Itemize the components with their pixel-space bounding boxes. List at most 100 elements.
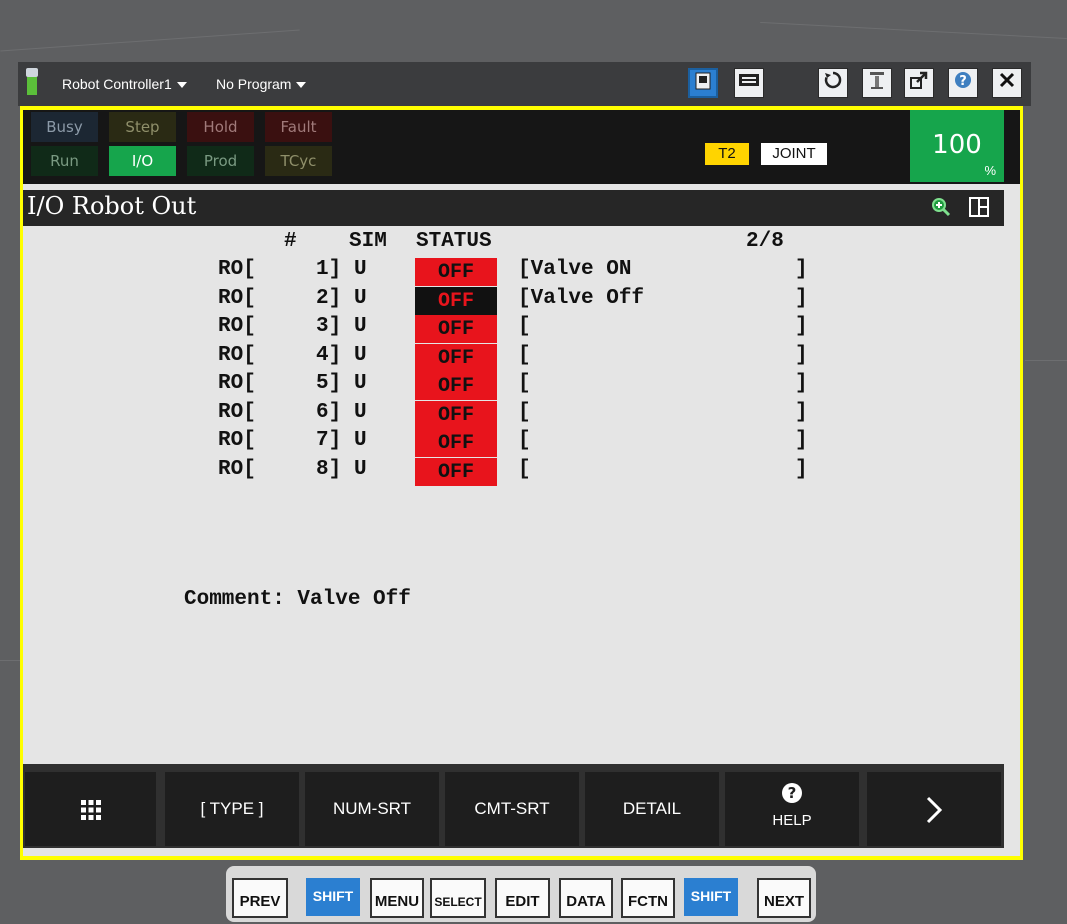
robot-button[interactable] — [862, 68, 892, 98]
io-type: RO[ — [218, 315, 256, 338]
refresh-icon — [824, 71, 842, 89]
hardkey-fctn[interactable]: FCTN — [621, 878, 675, 918]
coordinate-system[interactable]: JOINT — [761, 143, 827, 165]
io-type: RO[ — [218, 457, 256, 481]
io-comment-end: ] — [795, 400, 808, 424]
next-page-button[interactable] — [867, 772, 1001, 846]
help-button[interactable]: ? — [948, 68, 978, 98]
io-comment-end: ] — [795, 258, 808, 281]
background-line — [760, 21, 1067, 40]
column-header-number: # — [284, 230, 297, 253]
chevron-down-icon — [296, 82, 307, 89]
io-type: RO[ — [218, 258, 256, 281]
io-status[interactable]: OFF — [415, 258, 497, 286]
close-icon — [999, 72, 1015, 88]
io-number: 4] — [316, 343, 342, 367]
io-number: 8] — [316, 457, 342, 481]
io-sim: U — [354, 400, 367, 424]
help-circle-icon: ? — [955, 72, 971, 89]
io-status[interactable]: OFF — [415, 457, 497, 486]
status-indicator-io: I/O — [109, 146, 176, 176]
hardkey-data[interactable]: DATA — [559, 878, 613, 918]
keyboard-icon — [739, 74, 759, 86]
io-sim: U — [354, 429, 367, 452]
io-sim: U — [354, 372, 367, 395]
io-status[interactable]: OFF — [415, 429, 497, 457]
detail-button[interactable]: DETAIL — [585, 772, 719, 846]
help-function-button[interactable]: ? HELP — [725, 772, 859, 846]
refresh-button[interactable] — [818, 68, 848, 98]
io-sim: U — [354, 258, 367, 281]
io-comment[interactable]: [ — [518, 401, 531, 424]
num-srt-button[interactable]: NUM-SRT — [305, 772, 439, 846]
external-link-icon — [910, 71, 928, 89]
hardkey-prev[interactable]: PREV — [232, 878, 288, 918]
close-button[interactable] — [992, 68, 1022, 98]
io-comment-end: ] — [795, 343, 808, 367]
io-comment-end: ] — [795, 457, 808, 481]
io-sim: U — [354, 286, 367, 310]
mode-indicator: T2 — [705, 143, 749, 165]
type-button[interactable]: [ TYPE ] — [165, 772, 299, 846]
io-comment[interactable]: [Valve ON — [518, 258, 631, 281]
hardkey-select[interactable]: SELECT — [430, 878, 486, 918]
program-name: No Program — [216, 76, 292, 92]
io-comment[interactable]: [ — [518, 458, 531, 481]
io-comment[interactable]: [ — [518, 315, 531, 338]
io-sim: U — [354, 457, 367, 481]
io-number: 2] — [316, 286, 342, 310]
hardkey-edit[interactable]: EDIT — [495, 878, 550, 918]
page-indicator: 2/8 — [746, 230, 784, 253]
status-indicator-hold: Hold — [187, 112, 254, 142]
io-type: RO[ — [218, 286, 256, 310]
menu-grid-button[interactable] — [25, 772, 156, 846]
pendant-view-button[interactable] — [688, 68, 718, 98]
io-number: 5] — [316, 372, 342, 395]
io-comment[interactable]: [ — [518, 344, 531, 367]
io-sim: U — [354, 343, 367, 367]
hardkey-menu[interactable]: MENU — [370, 878, 424, 918]
controller-name: Robot Controller1 — [62, 76, 172, 92]
io-comment[interactable]: [ — [518, 372, 531, 395]
io-comment-end: ] — [795, 372, 808, 395]
status-indicator-step: Step — [109, 112, 176, 142]
io-comment[interactable]: [ — [518, 429, 531, 452]
comment-line: Comment: Valve Off — [184, 588, 411, 611]
io-type: RO[ — [218, 400, 256, 424]
svg-text:?: ? — [788, 784, 797, 802]
io-status[interactable]: OFF — [415, 372, 497, 400]
grid-icon — [80, 799, 101, 820]
external-link-button[interactable] — [904, 68, 934, 98]
status-indicator-fault: Fault — [265, 112, 332, 142]
column-header-sim: SIM — [349, 230, 387, 253]
io-status[interactable]: OFF — [415, 315, 497, 343]
io-number: 7] — [316, 429, 342, 452]
keyboard-button[interactable] — [734, 68, 764, 98]
status-indicator-busy: Busy — [31, 112, 98, 142]
io-comment-end: ] — [795, 315, 808, 338]
io-status[interactable]: OFF — [415, 286, 497, 315]
zoom-in-icon[interactable] — [930, 196, 952, 218]
column-header-status: STATUS — [416, 230, 492, 253]
controller-selector[interactable]: Robot Controller1 — [62, 76, 187, 92]
hardkey-shift[interactable]: SHIFT — [684, 878, 738, 916]
chevron-down-icon — [176, 82, 187, 89]
io-type: RO[ — [218, 343, 256, 367]
cmt-srt-button[interactable]: CMT-SRT — [445, 772, 579, 846]
override-unit: % — [984, 163, 996, 178]
io-status[interactable]: OFF — [415, 343, 497, 372]
io-comment[interactable]: [Valve Off — [518, 287, 644, 310]
program-selector[interactable]: No Program — [216, 76, 307, 92]
hardkey-shift[interactable]: SHIFT — [306, 878, 360, 916]
hardkey-next[interactable]: NEXT — [757, 878, 811, 918]
background-line — [0, 660, 22, 661]
io-type: RO[ — [218, 372, 256, 395]
split-screen-icon[interactable] — [968, 196, 990, 218]
chevron-right-icon — [926, 796, 943, 823]
speed-override[interactable]: 100 % — [910, 110, 1004, 182]
io-status[interactable]: OFF — [415, 400, 497, 429]
io-number: 1] — [316, 258, 342, 281]
question-icon: ? — [782, 783, 802, 803]
override-value: 100 — [932, 130, 982, 160]
io-type: RO[ — [218, 429, 256, 452]
